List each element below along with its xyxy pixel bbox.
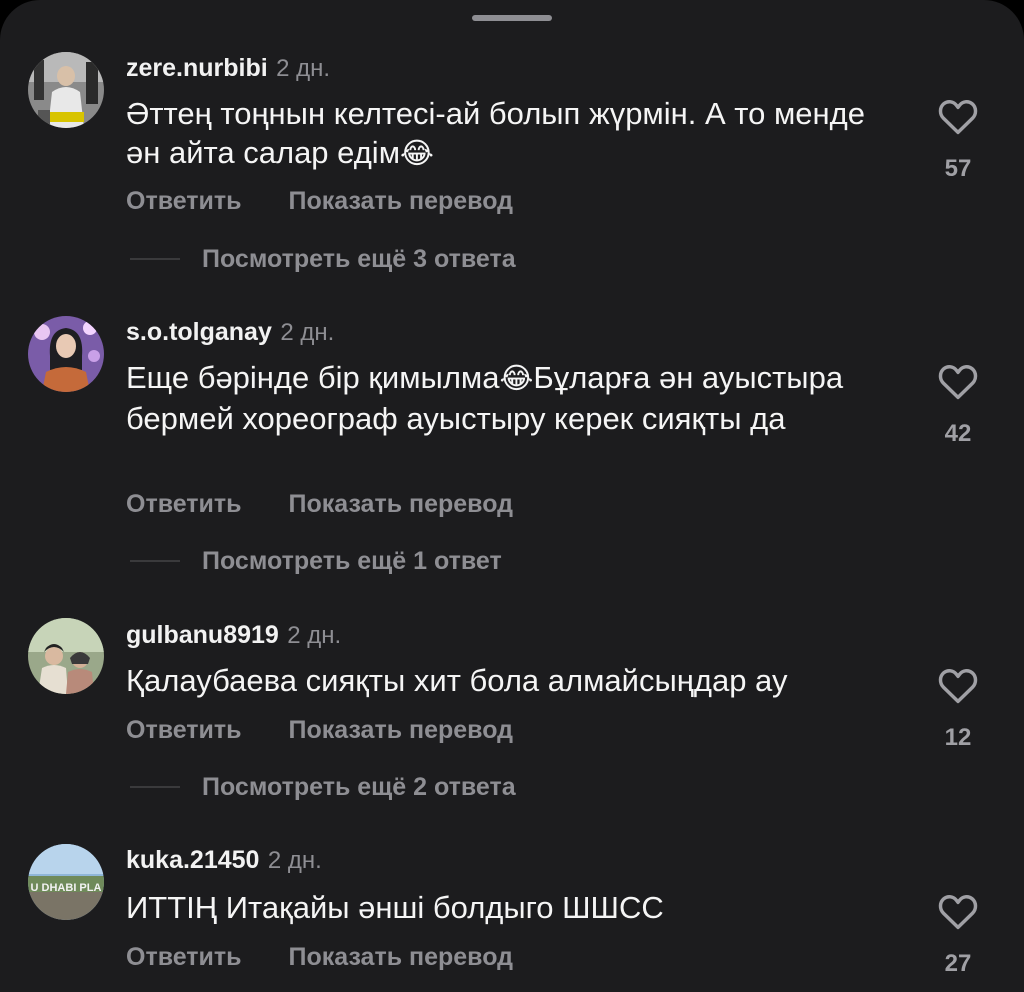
comment-time: 2 дн. bbox=[287, 622, 342, 649]
comment-time: 2 дн. bbox=[267, 847, 322, 874]
comment-text-body: Қалаубаева сияқты хит бола алмайсыңдар а… bbox=[126, 663, 788, 698]
show-translation-button[interactable]: Показать перевод bbox=[288, 716, 513, 744]
view-replies-label: Посмотреть ещё 2 ответа bbox=[202, 773, 516, 801]
avatar[interactable] bbox=[28, 52, 104, 128]
comment-actions: Ответить Показать перевод bbox=[126, 489, 553, 519]
heart-outline-icon bbox=[938, 895, 978, 930]
heart-outline-icon bbox=[938, 100, 978, 135]
reply-button[interactable]: Ответить bbox=[126, 187, 242, 215]
comment-time: 2 дн. bbox=[280, 319, 335, 346]
view-replies-button[interactable]: Посмотреть ещё 2 ответа bbox=[130, 772, 516, 802]
show-translation-button[interactable]: Показать перевод bbox=[288, 187, 513, 215]
like-count: 57 bbox=[944, 155, 972, 182]
username[interactable]: gulbanu8919 bbox=[126, 621, 279, 649]
comment-text-part-1: Еще бәрінде бір қимылма bbox=[126, 360, 500, 395]
avatar-sign-text: U DHABI PLA bbox=[31, 882, 102, 894]
avatar[interactable] bbox=[28, 618, 104, 694]
show-translation-button[interactable]: Показать перевод bbox=[288, 943, 513, 971]
avatar[interactable]: U DHABI PLA bbox=[28, 844, 104, 920]
comment-text-body: ИТТІҢ Итақайы әнші болдыго ШШСС bbox=[126, 890, 664, 925]
comment-text: Әттең тоңнын келтесі-ай болып жүрмін. А … bbox=[126, 94, 886, 174]
username[interactable]: s.o.tolganay bbox=[126, 318, 272, 346]
comments-sheet: zere.nurbibi 2 дн. Әттең тоңнын келтесі-… bbox=[0, 0, 1024, 992]
laughing-emoji-icon: 😂 bbox=[400, 138, 434, 170]
reply-button[interactable]: Ответить bbox=[126, 943, 242, 971]
username[interactable]: zere.nurbibi bbox=[126, 54, 268, 82]
comment-text: Қалаубаева сияқты хит бола алмайсыңдар а… bbox=[126, 661, 886, 700]
comment-actions: Ответить Показать перевод bbox=[126, 186, 553, 216]
replies-divider bbox=[130, 560, 180, 562]
comment-text: ИТТІҢ Итақайы әнші болдыго ШШСС bbox=[126, 888, 886, 927]
comment-meta: kuka.21450 2 дн. bbox=[126, 845, 322, 879]
heart-outline-icon bbox=[938, 669, 978, 704]
show-translation-button[interactable]: Показать перевод bbox=[288, 490, 513, 518]
heart-outline-icon bbox=[938, 365, 978, 400]
reply-button[interactable]: Ответить bbox=[126, 490, 242, 518]
replies-divider bbox=[130, 258, 180, 260]
comment-time: 2 дн. bbox=[276, 55, 331, 82]
laughing-emoji-icon: 😂 bbox=[499, 363, 534, 395]
like-button[interactable]: 57 bbox=[935, 97, 981, 183]
username[interactable]: kuka.21450 bbox=[126, 846, 259, 874]
comment-text: Еще бәрінде бір қимылма😂Бұларға ән ауыст… bbox=[126, 358, 886, 438]
view-replies-label: Посмотреть ещё 3 ответа bbox=[202, 245, 516, 273]
sheet-grabber[interactable] bbox=[472, 15, 552, 21]
comment-actions: Ответить Показать перевод bbox=[126, 715, 553, 745]
view-replies-button[interactable]: Посмотреть ещё 1 ответ bbox=[130, 546, 502, 576]
comment-text-body: Әттең тоңнын келтесі-ай болып жүрмін. А … bbox=[126, 96, 865, 170]
like-button[interactable]: 27 bbox=[935, 892, 981, 978]
comment-meta: s.o.tolganay 2 дн. bbox=[126, 317, 334, 351]
reply-button[interactable]: Ответить bbox=[126, 716, 242, 744]
like-count: 27 bbox=[944, 950, 972, 977]
avatar[interactable] bbox=[28, 316, 104, 392]
comment-meta: zere.nurbibi 2 дн. bbox=[126, 53, 330, 87]
view-replies-button[interactable]: Посмотреть ещё 3 ответа bbox=[130, 244, 516, 274]
comment-meta: gulbanu8919 2 дн. bbox=[126, 620, 341, 654]
like-button[interactable]: 12 bbox=[935, 666, 981, 752]
like-count: 42 bbox=[944, 420, 972, 447]
view-replies-label: Посмотреть ещё 1 ответ bbox=[202, 547, 502, 575]
like-button[interactable]: 42 bbox=[935, 362, 981, 448]
replies-divider bbox=[130, 786, 180, 788]
like-count: 12 bbox=[944, 724, 972, 751]
comment-actions: Ответить Показать перевод bbox=[126, 942, 553, 972]
